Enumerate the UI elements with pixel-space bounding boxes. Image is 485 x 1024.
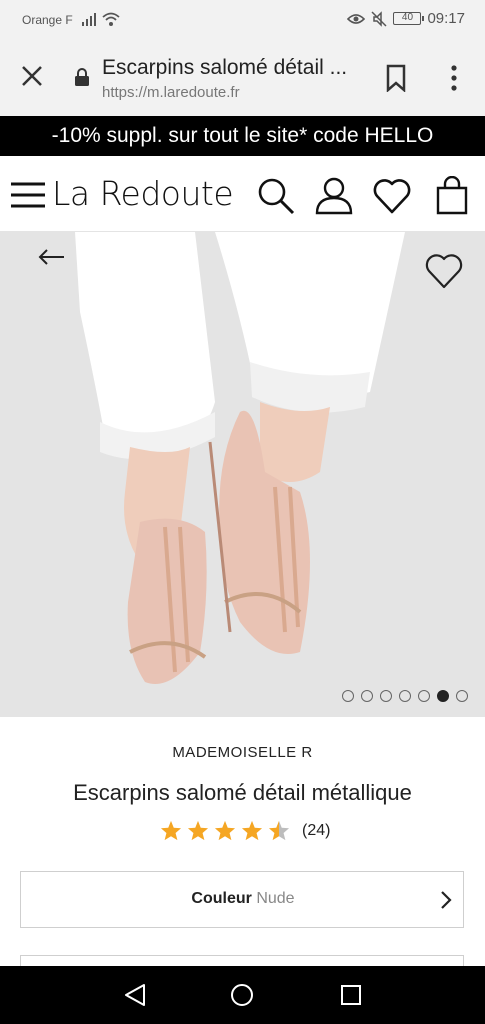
gallery-dot[interactable] [399, 690, 411, 702]
color-selector[interactable]: Couleur Nude [20, 871, 464, 928]
carrier-label: Orange F [22, 13, 73, 27]
more-menu-icon[interactable] [446, 64, 462, 92]
back-arrow-icon[interactable] [36, 246, 66, 268]
mute-icon [371, 10, 387, 27]
product-title: Escarpins salomé détail métallique [73, 780, 412, 805]
page-title[interactable]: Escarpins salomé détail ... [102, 56, 362, 80]
eye-icon [347, 13, 366, 24]
gallery-dot[interactable] [361, 690, 373, 702]
site-logo[interactable]: La Redoute [52, 174, 234, 213]
close-icon[interactable] [20, 64, 44, 88]
gallery-dot[interactable] [456, 690, 468, 702]
page-url[interactable]: https://m.laredoute.fr [102, 84, 240, 101]
color-value: Nude [256, 890, 295, 907]
nav-back-icon[interactable] [122, 982, 148, 1008]
account-icon[interactable] [314, 176, 354, 216]
nav-home-icon[interactable] [229, 982, 255, 1008]
hamburger-menu-icon[interactable] [10, 181, 46, 209]
lock-icon [75, 68, 89, 86]
android-nav-bar [0, 966, 485, 1024]
product-brand[interactable]: MADEMOISELLE R [0, 744, 485, 761]
gallery-dot[interactable] [418, 690, 430, 702]
wishlist-icon[interactable] [372, 176, 412, 216]
bookmark-icon[interactable] [384, 64, 408, 92]
cart-icon[interactable] [432, 176, 472, 216]
color-label: Couleur [191, 890, 252, 907]
star-full-icon [160, 820, 182, 841]
product-rating[interactable]: (24) [160, 820, 330, 841]
star-full-icon [214, 820, 236, 841]
site-header: La Redoute [0, 156, 485, 232]
product-photo [0, 232, 485, 717]
review-count[interactable]: (24) [302, 822, 330, 840]
star-half-icon [268, 820, 290, 841]
product-image-gallery[interactable] [0, 232, 485, 717]
gallery-dot[interactable] [342, 690, 354, 702]
search-icon[interactable] [256, 176, 296, 216]
gallery-pagination [342, 690, 468, 702]
status-bar: Orange F 40 09:17 [0, 0, 485, 40]
wifi-icon [102, 12, 120, 26]
nav-recents-icon[interactable] [338, 982, 364, 1008]
promo-banner[interactable]: -10% suppl. sur tout le site* code HELLO [0, 116, 485, 156]
chevron-right-icon [441, 891, 452, 909]
star-full-icon [187, 820, 209, 841]
browser-toolbar: Escarpins salomé détail ... https://m.la… [0, 40, 485, 116]
rating-stars [160, 820, 290, 841]
favorite-heart-icon[interactable] [424, 252, 464, 290]
star-full-icon [241, 820, 263, 841]
gallery-dot-active[interactable] [437, 690, 449, 702]
gallery-dot[interactable] [380, 690, 392, 702]
battery-icon: 40 [393, 12, 425, 25]
clock: 09:17 [427, 10, 465, 27]
